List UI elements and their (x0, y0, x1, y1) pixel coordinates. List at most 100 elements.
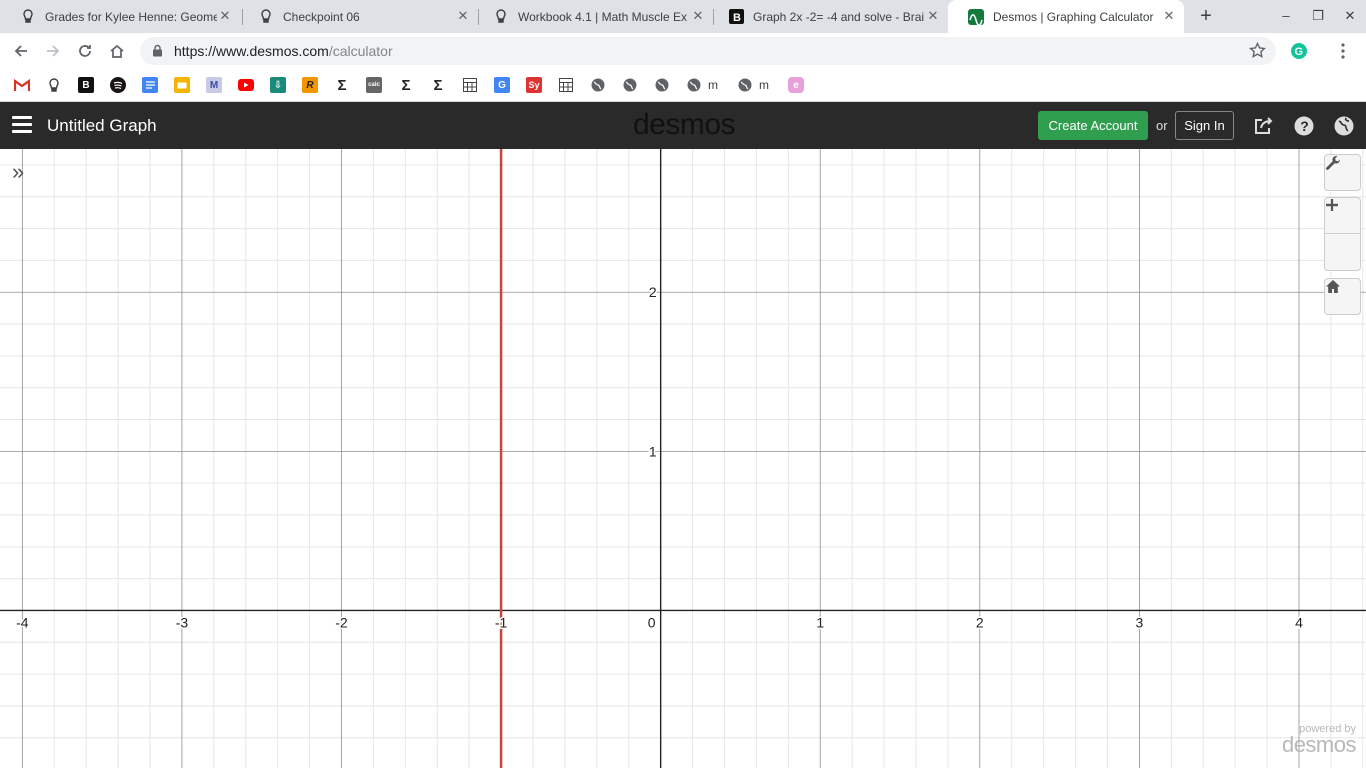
bookmark-download[interactable]: ⇩ (270, 76, 286, 94)
minimize-icon[interactable]: – (1278, 8, 1294, 24)
back-arrow-icon (14, 45, 27, 57)
mathway-icon: M (206, 77, 222, 93)
reload-button[interactable] (73, 39, 97, 63)
canvas-icon (20, 9, 36, 25)
bookmark-globe-1[interactable] (590, 76, 606, 94)
bookmark-mathway[interactable]: M (206, 76, 222, 94)
bookmark-spotify[interactable] (110, 76, 126, 94)
tab-grades[interactable]: Grades for Kylee Henne: Geome ✕ (0, 0, 240, 33)
sigma-icon: Σ (401, 76, 411, 94)
grammarly-icon: G (1291, 43, 1307, 59)
globe-icon (590, 77, 606, 93)
close-icon[interactable]: ✕ (691, 9, 705, 23)
bookmark-translate[interactable]: G (494, 76, 510, 94)
bookmark-r[interactable]: R (302, 76, 318, 94)
tab-checkpoint[interactable]: Checkpoint 06 ✕ (238, 0, 478, 33)
bookmark-label: m (759, 78, 769, 92)
x-tick-label: 1 (816, 614, 824, 630)
x-tick-label: -1 (495, 614, 508, 630)
calculator-icon (558, 77, 574, 93)
graph-title[interactable]: Untitled Graph (47, 116, 157, 136)
bookmark-geo-calc[interactable]: calc (366, 76, 382, 94)
restore-icon[interactable]: ❐ (1310, 8, 1326, 24)
symbolab-icon: Sy (526, 77, 542, 93)
bookmark-star-icon[interactable] (1249, 41, 1266, 64)
desmos-header: Untitled Graph desmos Create Account or … (0, 102, 1366, 149)
graph-plot[interactable]: -4 -3 -2 -1 0 1 2 3 4 1 2 (0, 149, 1366, 768)
zoom-out-button[interactable] (1325, 203, 1360, 270)
x-tick-label: 0 (648, 614, 656, 630)
bookmark-m-2[interactable]: m (737, 76, 769, 94)
forward-arrow-icon (47, 45, 60, 57)
create-account-button[interactable]: Create Account (1038, 111, 1148, 140)
minus-icon (1326, 203, 1338, 207)
spotify-icon (110, 77, 126, 93)
close-icon[interactable]: ✕ (218, 9, 232, 23)
bookmark-globe-2[interactable] (622, 76, 638, 94)
home-button[interactable] (105, 39, 129, 63)
back-button[interactable] (9, 39, 33, 63)
graph-canvas[interactable]: -4 -3 -2 -1 0 1 2 3 4 1 2 » powered by desmos (0, 149, 1366, 768)
tab-strip: Grades for Kylee Henne: Geome ✕ Checkpoi… (0, 0, 1366, 33)
geo-calc-icon: calc (366, 77, 382, 93)
hamburger-menu-icon[interactable] (12, 116, 32, 134)
desmos-icon (968, 8, 984, 25)
canvas-icon (46, 77, 62, 93)
grammarly-extension-button[interactable]: G (1287, 39, 1311, 63)
bookmark-ebook[interactable]: e (788, 76, 804, 94)
graph-settings-button[interactable] (1324, 154, 1361, 191)
powered-by-desmos: powered by desmos (1281, 723, 1357, 757)
forward-button[interactable] (41, 39, 65, 63)
bookmark-calculator-2[interactable] (558, 76, 574, 94)
language-globe-icon[interactable] (1333, 115, 1355, 137)
tab-title: Graph 2x -2= -4 and solve - Brai (753, 9, 925, 24)
ebook-icon: e (788, 77, 804, 93)
close-icon[interactable]: ✕ (1162, 9, 1176, 23)
tab-title: Workbook 4.1 | Math Muscle Ex (518, 9, 687, 24)
bookmark-docs[interactable] (142, 76, 158, 94)
bookmark-youtube[interactable] (238, 76, 254, 94)
x-tick-label: 2 (976, 614, 984, 630)
bookmark-sigma-3[interactable]: Σ (430, 76, 446, 94)
tab-workbook[interactable]: Workbook 4.1 | Math Muscle Ex ✕ (473, 0, 713, 33)
reload-icon (79, 45, 91, 57)
share-icon[interactable] (1253, 115, 1275, 137)
canvas-icon (258, 9, 274, 25)
y-tick-label: 2 (649, 284, 657, 300)
close-icon[interactable]: ✕ (456, 9, 470, 23)
tab-desmos[interactable]: Desmos | Graphing Calculator ✕ (948, 0, 1184, 33)
tab-brainly[interactable]: B Graph 2x -2= -4 and solve - Brai ✕ (708, 0, 948, 33)
bookmark-m-1[interactable]: m (686, 76, 718, 94)
sigma-icon: Σ (433, 76, 443, 94)
kebab-menu-icon (1341, 43, 1345, 59)
help-icon[interactable]: ? (1293, 115, 1315, 137)
default-viewport-button[interactable] (1324, 278, 1361, 315)
bookmark-sigma-2[interactable]: Σ (398, 76, 414, 94)
new-tab-button[interactable]: + (1196, 6, 1216, 26)
lock-icon (152, 44, 163, 62)
menu-button[interactable] (1331, 39, 1355, 63)
close-window-icon[interactable]: ✕ (1342, 8, 1358, 24)
bookmark-label: m (708, 78, 718, 92)
bookmark-calculator-1[interactable] (462, 76, 478, 94)
sigma-icon: Σ (337, 76, 347, 94)
bookmark-slides[interactable] (174, 76, 190, 94)
globe-icon (622, 77, 638, 93)
wrench-icon (1326, 155, 1340, 170)
bookmark-brainly[interactable]: B (78, 76, 94, 94)
sign-in-button[interactable]: Sign In (1175, 111, 1234, 140)
tab-title: Grades for Kylee Henne: Geome (45, 9, 217, 24)
bookmark-globe-3[interactable] (654, 76, 670, 94)
close-icon[interactable]: ✕ (926, 9, 940, 23)
canvas-icon (493, 9, 509, 25)
globe-icon (686, 77, 702, 93)
address-bar[interactable]: https://www.desmos.com/calculator (140, 37, 1276, 65)
bookmark-sigma-1[interactable]: Σ (334, 76, 350, 94)
bookmark-canvas[interactable] (46, 76, 62, 94)
watermark-brand: desmos (1281, 732, 1357, 757)
slides-icon (174, 77, 190, 93)
expand-expressions-icon[interactable]: » (12, 161, 34, 183)
bookmark-symbolab[interactable]: Sy (526, 76, 542, 94)
bookmark-gmail[interactable] (14, 76, 30, 94)
svg-text:B: B (733, 12, 741, 24)
